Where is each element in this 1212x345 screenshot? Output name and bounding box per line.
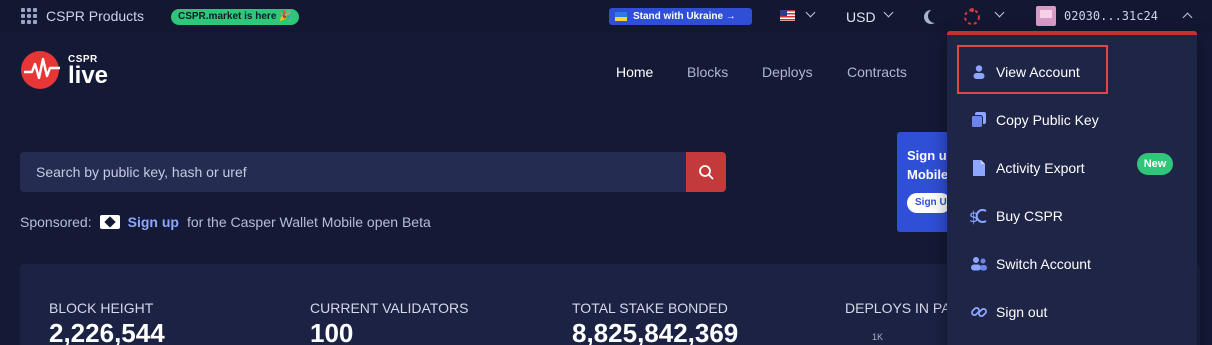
menu-item-label: Copy Public Key: [996, 112, 1099, 128]
search-input[interactable]: Search by public key, hash or uref: [20, 152, 686, 192]
copy-icon: [969, 110, 989, 130]
us-flag-icon[interactable]: [780, 10, 795, 21]
menu-item-buy-cspr[interactable]: $ Buy CSPR: [947, 196, 1197, 236]
nav-contracts[interactable]: Contracts: [847, 64, 907, 80]
nav-home[interactable]: Home: [616, 64, 653, 80]
chart-tick-label: 1K: [872, 332, 884, 342]
stat-value-total-stake-bonded[interactable]: 8,825,842,369: [572, 318, 738, 345]
currency-selector[interactable]: USD: [846, 9, 876, 25]
stat-label-current-validators: CURRENT VALIDATORS: [310, 300, 469, 316]
sponsored-label: Sponsored:: [20, 214, 92, 230]
account-chevron-up-icon[interactable]: [1182, 12, 1193, 23]
stat-label-block-height: BLOCK HEIGHT: [49, 300, 154, 316]
cspr-products-menu[interactable]: CSPR Products: [21, 8, 144, 24]
brand-large-text: live: [68, 62, 109, 89]
account-public-key[interactable]: 02030...31c24: [1064, 9, 1158, 23]
switch-account-icon: [969, 254, 989, 274]
stand-with-ukraine-button[interactable]: Stand with Ukraine →: [609, 8, 752, 25]
stat-value-current-validators[interactable]: 100: [310, 318, 353, 345]
new-badge: New: [1137, 153, 1173, 175]
stat-value-block-height[interactable]: 2,226,544: [49, 318, 165, 345]
language-chevron-down-icon[interactable]: [805, 7, 816, 18]
stat-label-deploys: DEPLOYS IN PAS: [845, 300, 960, 316]
moon-icon[interactable]: [928, 9, 942, 23]
buy-cspr-icon: $: [969, 206, 989, 226]
sponsored-line: Sponsored: Sign up for the Casper Wallet…: [20, 214, 431, 230]
menu-item-label: Sign out: [996, 304, 1048, 320]
currency-chevron-down-icon[interactable]: [883, 7, 894, 18]
cspr-live-logo-icon[interactable]: [20, 50, 64, 90]
nav-deploys[interactable]: Deploys: [762, 64, 813, 80]
cspr-market-badge[interactable]: CSPR.market is here 🎉: [171, 9, 299, 25]
cspr-products-label: CSPR Products: [46, 8, 145, 24]
top-bar: CSPR Products CSPR.market is here 🎉 Stan…: [0, 0, 1212, 33]
menu-item-label: Buy CSPR: [996, 208, 1063, 224]
nav-blocks[interactable]: Blocks: [687, 64, 728, 80]
menu-item-copy-public-key[interactable]: Copy Public Key: [947, 100, 1197, 140]
ukraine-flag-icon: [615, 12, 627, 21]
stat-label-total-stake-bonded: TOTAL STAKE BONDED: [572, 300, 728, 316]
network-chevron-down-icon[interactable]: [994, 7, 1005, 18]
menu-item-switch-account[interactable]: Switch Account: [947, 244, 1197, 284]
network-icon[interactable]: [962, 7, 982, 27]
stand-with-ukraine-label: Stand with Ukraine →: [633, 11, 736, 22]
promo-sign-up-button[interactable]: Sign U: [907, 193, 951, 213]
casper-wallet-icon: [99, 215, 120, 229]
sponsored-text: for the Casper Wallet Mobile open Beta: [186, 214, 431, 230]
apps-grid-icon: [21, 8, 37, 24]
menu-item-label: Activity Export: [996, 160, 1085, 176]
search-icon: [699, 165, 714, 180]
sponsored-sign-up-link[interactable]: Sign up: [128, 214, 179, 230]
menu-item-label: Switch Account: [996, 256, 1091, 272]
account-avatar[interactable]: [1036, 6, 1056, 26]
menu-item-sign-out[interactable]: Sign out: [947, 292, 1197, 332]
sign-out-icon: [969, 302, 989, 322]
search-button[interactable]: [686, 152, 726, 192]
view-account-highlight: [957, 45, 1108, 94]
export-icon: [969, 158, 989, 178]
